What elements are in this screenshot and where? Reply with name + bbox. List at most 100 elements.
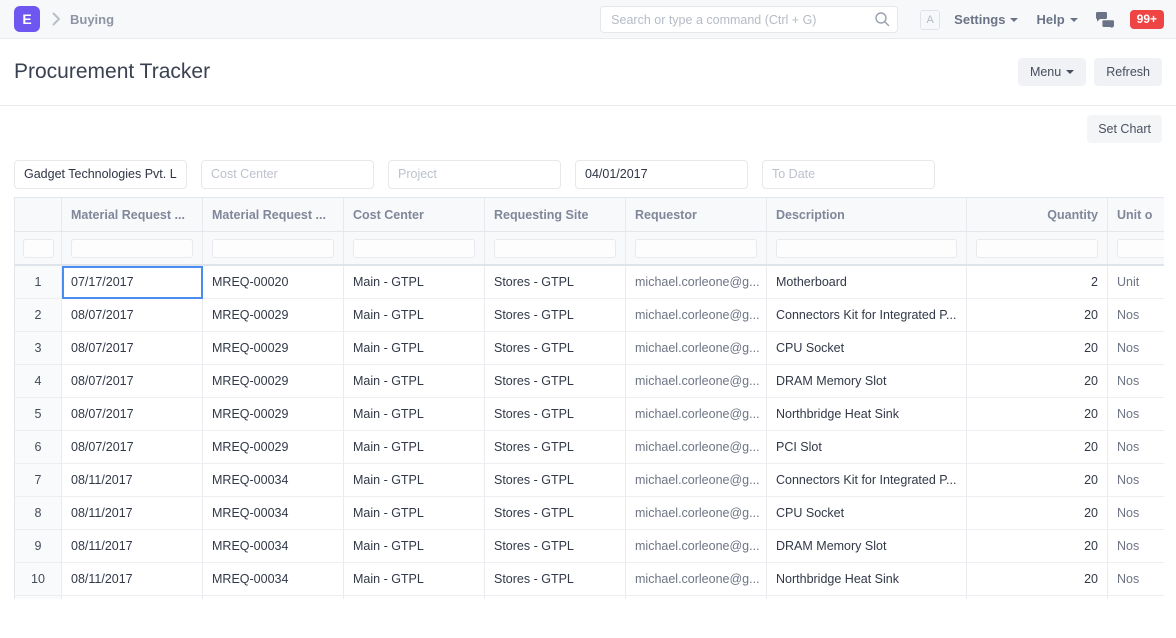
grid-filter-material-request[interactable] — [212, 239, 334, 258]
table-row[interactable]: 208/07/2017MREQ-00029Main - GTPLStores -… — [15, 299, 1164, 332]
cell-date[interactable]: 08/07/2017 — [62, 299, 203, 332]
cell-quantity[interactable]: 20 — [967, 332, 1108, 365]
cell-requestor[interactable]: michael.corleone@g... — [626, 398, 767, 431]
cell-date[interactable]: 07/17/2017 — [62, 266, 203, 299]
filter-cost-center[interactable] — [201, 160, 374, 189]
cell-requestor[interactable]: michael.corleone@g... — [626, 497, 767, 530]
cell-cost-center[interactable]: Main - GTPL — [344, 431, 485, 464]
table-row[interactable]: 608/07/2017MREQ-00029Main - GTPLStores -… — [15, 431, 1164, 464]
filter-from-date[interactable] — [575, 160, 748, 189]
search-box[interactable] — [600, 6, 898, 33]
grid-header-uom[interactable]: Unit o — [1108, 198, 1164, 231]
table-row[interactable]: 708/11/2017MREQ-00034Main - GTPLStores -… — [15, 464, 1164, 497]
chat-icon[interactable] — [1096, 12, 1114, 28]
filter-to-date[interactable] — [762, 160, 935, 189]
cell-requesting-site[interactable]: Stores - GTPL — [485, 596, 626, 599]
cell-quantity[interactable]: 20 — [967, 431, 1108, 464]
cell-uom[interactable]: Nos — [1108, 398, 1164, 431]
cell-description[interactable]: Connectors Kit for Integrated P... — [767, 464, 967, 497]
grid-header-description[interactable]: Description — [767, 198, 967, 231]
data-grid[interactable]: Material Request ... Material Request ..… — [14, 197, 1164, 599]
cell-cost-center[interactable]: Main - GTPL — [344, 563, 485, 596]
cell-uom[interactable]: Nos — [1108, 431, 1164, 464]
table-row[interactable]: 408/07/2017MREQ-00029Main - GTPLStores -… — [15, 365, 1164, 398]
grid-filter-cost-center[interactable] — [353, 239, 475, 258]
avatar[interactable]: A — [920, 10, 940, 30]
cell-requestor[interactable]: michael.corleone@g... — [626, 530, 767, 563]
cell-quantity[interactable]: 20 — [967, 563, 1108, 596]
cell-description[interactable]: PCI Slot — [767, 431, 967, 464]
grid-filter-date[interactable] — [71, 239, 193, 258]
table-row[interactable]: 508/07/2017MREQ-00029Main - GTPLStores -… — [15, 398, 1164, 431]
cell-uom[interactable]: Nos — [1108, 332, 1164, 365]
app-logo[interactable]: E — [14, 6, 40, 32]
table-row[interactable]: 308/07/2017MREQ-00029Main - GTPLStores -… — [15, 332, 1164, 365]
cell-requesting-site[interactable]: Stores - GTPL — [485, 266, 626, 299]
grid-header-material-request[interactable]: Material Request ... — [203, 198, 344, 231]
cell-cost-center[interactable]: Main - GTPL — [344, 266, 485, 299]
cell-cost-center[interactable]: Main - GTPL — [344, 299, 485, 332]
cell-uom[interactable]: Unit — [1108, 266, 1164, 299]
cell-description[interactable]: CPU Socket — [767, 332, 967, 365]
cell-date[interactable]: 08/11/2017 — [62, 563, 203, 596]
cell-cost-center[interactable]: Main - GTPL — [344, 464, 485, 497]
cell-description[interactable]: Northbridge Heat Sink — [767, 563, 967, 596]
cell-cost-center[interactable]: Main - GTPL — [344, 398, 485, 431]
grid-filter-uom[interactable] — [1117, 239, 1164, 258]
filter-company[interactable] — [14, 160, 187, 189]
cell-cost-center[interactable]: Main - GTPL — [344, 530, 485, 563]
cell-material-request[interactable]: MREQ-00020 — [203, 266, 344, 299]
cell-uom[interactable]: Nos — [1108, 497, 1164, 530]
notification-badge[interactable]: 99+ — [1130, 10, 1164, 29]
grid-header-requesting-site[interactable]: Requesting Site — [485, 198, 626, 231]
cell-requestor[interactable]: michael.corleone@g... — [626, 332, 767, 365]
cell-cost-center[interactable]: Main - GTPL — [344, 497, 485, 530]
cell-material-request[interactable]: MREQ-00029 — [203, 365, 344, 398]
table-row[interactable]: 1108/11/2017MREQ-00034Main - GTPLStores … — [15, 596, 1164, 599]
cell-uom[interactable]: Nos — [1108, 563, 1164, 596]
grid-header-requestor[interactable]: Requestor — [626, 198, 767, 231]
cell-requestor[interactable]: michael.corleone@g... — [626, 365, 767, 398]
cell-requestor[interactable]: michael.corleone@g... — [626, 563, 767, 596]
cell-material-request[interactable]: MREQ-00034 — [203, 497, 344, 530]
cell-description[interactable]: DRAM Memory Slot — [767, 530, 967, 563]
cell-cost-center[interactable]: Main - GTPL — [344, 365, 485, 398]
menu-button[interactable]: Menu — [1018, 58, 1086, 86]
help-menu[interactable]: Help — [1036, 12, 1077, 27]
cell-requestor[interactable]: michael.corleone@g... — [626, 299, 767, 332]
cell-uom[interactable]: Nos — [1108, 464, 1164, 497]
grid-header-quantity[interactable]: Quantity — [967, 198, 1108, 231]
table-row[interactable]: 1008/11/2017MREQ-00034Main - GTPLStores … — [15, 563, 1164, 596]
grid-filter-index[interactable] — [23, 239, 54, 258]
cell-requesting-site[interactable]: Stores - GTPL — [485, 431, 626, 464]
cell-material-request[interactable]: MREQ-00029 — [203, 299, 344, 332]
cell-requesting-site[interactable]: Stores - GTPL — [485, 299, 626, 332]
cell-quantity[interactable]: 20 — [967, 398, 1108, 431]
cell-quantity[interactable]: 20 — [967, 365, 1108, 398]
refresh-button[interactable]: Refresh — [1094, 58, 1162, 86]
filter-project[interactable] — [388, 160, 561, 189]
cell-requesting-site[interactable]: Stores - GTPL — [485, 530, 626, 563]
set-chart-button[interactable]: Set Chart — [1087, 115, 1162, 143]
settings-menu[interactable]: Settings — [954, 12, 1018, 27]
cell-requesting-site[interactable]: Stores - GTPL — [485, 398, 626, 431]
cell-description[interactable]: PCI Slot — [767, 596, 967, 599]
cell-date[interactable]: 08/11/2017 — [62, 530, 203, 563]
cell-material-request[interactable]: MREQ-00034 — [203, 530, 344, 563]
cell-requestor[interactable]: michael.corleone@g... — [626, 431, 767, 464]
cell-requestor[interactable]: michael.corleone@g... — [626, 266, 767, 299]
cell-cost-center[interactable]: Main - GTPL — [344, 332, 485, 365]
table-row[interactable]: 908/11/2017MREQ-00034Main - GTPLStores -… — [15, 530, 1164, 563]
cell-material-request[interactable]: MREQ-00034 — [203, 464, 344, 497]
cell-date[interactable]: 08/11/2017 — [62, 464, 203, 497]
cell-requesting-site[interactable]: Stores - GTPL — [485, 497, 626, 530]
cell-description[interactable]: DRAM Memory Slot — [767, 365, 967, 398]
grid-header-date[interactable]: Material Request ... — [62, 198, 203, 231]
breadcrumb-buying[interactable]: Buying — [70, 12, 114, 27]
cell-requesting-site[interactable]: Stores - GTPL — [485, 464, 626, 497]
cell-date[interactable]: 08/11/2017 — [62, 596, 203, 599]
cell-requestor[interactable]: michael.corleone@g... — [626, 596, 767, 599]
cell-material-request[interactable]: MREQ-00034 — [203, 596, 344, 599]
search-input[interactable] — [600, 6, 898, 33]
table-row[interactable]: 808/11/2017MREQ-00034Main - GTPLStores -… — [15, 497, 1164, 530]
